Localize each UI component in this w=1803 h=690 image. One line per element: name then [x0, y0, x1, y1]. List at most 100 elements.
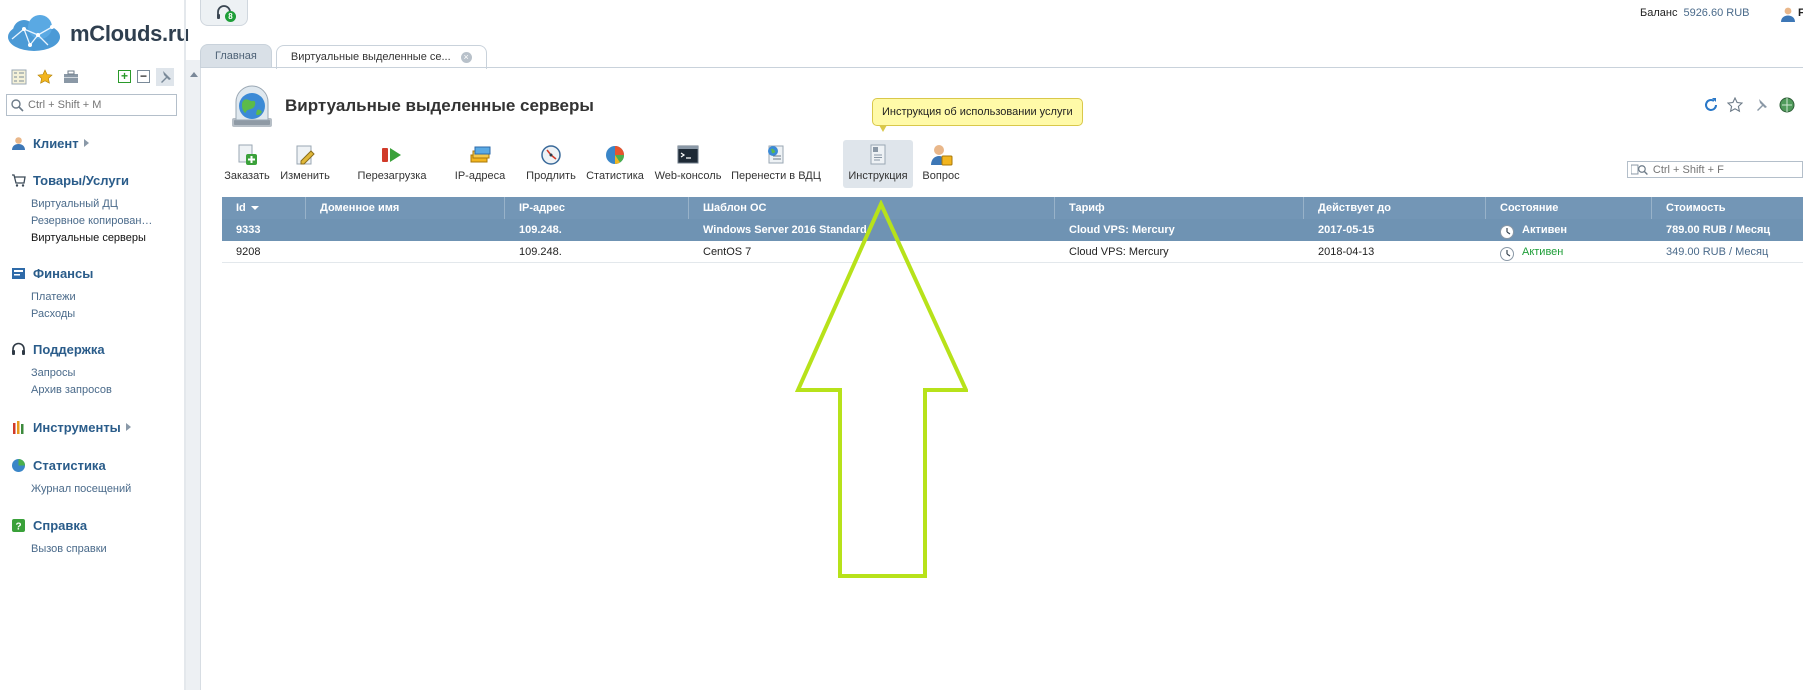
- web-console-button[interactable]: Web-консоль: [652, 140, 724, 188]
- help-globe-icon[interactable]: [1778, 96, 1796, 114]
- sidebar-item-backup[interactable]: Резервное копирован…: [10, 213, 152, 230]
- migrate-button[interactable]: Перенести в ВДЦ: [730, 140, 822, 188]
- cell-until: 2017-05-15: [1318, 224, 1375, 236]
- sidebar-search-input[interactable]: [28, 99, 168, 111]
- pin-icon[interactable]: [156, 68, 174, 86]
- tab-virtual-servers[interactable]: Виртуальные выделенные се... ×: [275, 45, 487, 69]
- finance-icon: [10, 265, 26, 281]
- briefcase-icon[interactable]: [62, 68, 80, 86]
- sidebar: mClouds.ru + − Клиент Товары/Услуги: [0, 0, 190, 690]
- renew-icon: [537, 142, 565, 168]
- reboot-button[interactable]: Перезагрузка: [352, 140, 432, 188]
- column-header-domain[interactable]: Доменное имя: [306, 197, 505, 219]
- cell-cost: 349.00 RUB / Месяц: [1666, 246, 1769, 258]
- sidebar-item-expenses[interactable]: Расходы: [10, 306, 93, 323]
- user-name[interactable]: F: [1798, 7, 1803, 19]
- nav-label: Поддержка: [33, 341, 105, 357]
- nav-group-tools: Инструменты: [10, 418, 131, 436]
- column-header-status[interactable]: Состояние: [1486, 197, 1652, 219]
- nav-group-support: Поддержка Запросы Архив запросов: [10, 340, 112, 399]
- toolbar-label: Изменить: [280, 170, 330, 182]
- sidebar-item-payments[interactable]: Платежи: [10, 289, 93, 306]
- user-icon[interactable]: [1780, 6, 1796, 22]
- star-icon[interactable]: [1726, 96, 1744, 114]
- question-button[interactable]: Вопрос: [918, 140, 964, 188]
- balance-value[interactable]: 5926.60 RUB: [1683, 7, 1749, 19]
- sidebar-item-virtual-servers[interactable]: Виртуальные серверы: [10, 230, 152, 247]
- tab-label: Главная: [215, 50, 257, 62]
- cell-status: Активен: [1486, 241, 1652, 263]
- nav-group-finance: Финансы Платежи Расходы: [10, 264, 93, 323]
- cell-id: 9333: [236, 224, 261, 236]
- question-icon: [927, 142, 955, 168]
- logo[interactable]: mClouds.ru: [4, 14, 190, 54]
- cell-id: 9208: [236, 246, 261, 258]
- sidebar-collapse-bar[interactable]: [186, 60, 201, 690]
- refresh-icon[interactable]: [1702, 96, 1720, 114]
- svg-text:?: ?: [15, 521, 21, 532]
- status-text: Активен: [1522, 246, 1564, 258]
- tree-view-icon[interactable]: [10, 68, 28, 86]
- table-row[interactable]: 9333 109.248. Windows Server 2016 Standa…: [222, 219, 1803, 241]
- status-active-icon: [1500, 225, 1514, 239]
- page-title: Виртуальные выделенные серверы: [285, 96, 594, 115]
- edit-button[interactable]: Изменить: [277, 140, 333, 188]
- nav-group-client: Клиент: [10, 134, 89, 152]
- cell-cost: 789.00 RUB / Месяц: [1666, 224, 1771, 236]
- support-notifications[interactable]: 8: [200, 0, 248, 26]
- instruction-button[interactable]: Инструкция: [843, 140, 913, 188]
- column-header-cost[interactable]: Стоимость: [1652, 197, 1803, 219]
- order-button[interactable]: Заказать: [222, 140, 272, 188]
- toolbar-label: Перенести в ВДЦ: [731, 170, 821, 182]
- servers-table: Id Доменное имя IP-адрес Шаблон ОС Тариф…: [222, 197, 1803, 263]
- table-row[interactable]: 9208 109.248. CentOS 7 Cloud VPS: Mercur…: [222, 241, 1803, 263]
- tab-home[interactable]: Главная: [200, 44, 272, 68]
- status-text: Активен: [1522, 224, 1567, 236]
- sidebar-item-call-help[interactable]: Вызов справки: [10, 541, 107, 558]
- reboot-icon: [378, 142, 406, 168]
- sidebar-item-virtual-dc[interactable]: Виртуальный ДЦ: [10, 196, 152, 213]
- collapse-all-button[interactable]: −: [137, 70, 150, 83]
- toolbar-label: Перезагрузка: [357, 170, 427, 182]
- sidebar-search: [6, 94, 177, 116]
- renew-button[interactable]: Продлить: [526, 140, 576, 188]
- nav-head-tools[interactable]: Инструменты: [10, 418, 131, 436]
- nav-head-support[interactable]: Поддержка: [10, 340, 112, 358]
- sidebar-item-visit-log[interactable]: Журнал посещений: [10, 481, 131, 498]
- support-badge: 8: [225, 11, 236, 22]
- nav-head-finance[interactable]: Финансы: [10, 264, 93, 282]
- statistics-button[interactable]: Статистика: [585, 140, 645, 188]
- cell-status: Активен: [1486, 219, 1652, 241]
- chevron-right-icon: [83, 139, 89, 147]
- pin-icon[interactable]: [1752, 96, 1770, 114]
- column-header-ip[interactable]: IP-адрес: [505, 197, 689, 219]
- nav-head-products[interactable]: Товары/Услуги: [10, 171, 152, 189]
- toolbar-label: Вопрос: [922, 170, 960, 182]
- nav-label: Клиент: [33, 135, 79, 151]
- ip-addresses-button[interactable]: IP-адреса: [450, 140, 510, 188]
- column-header-id[interactable]: Id: [222, 197, 306, 219]
- expand-all-button[interactable]: +: [118, 70, 131, 83]
- balance: Баланс 5926.60 RUB: [1640, 7, 1750, 19]
- grid-search-input[interactable]: [1652, 163, 1802, 176]
- balance-label: Баланс: [1640, 7, 1678, 19]
- sidebar-item-requests[interactable]: Запросы: [10, 365, 112, 382]
- cell-ip: 109.248.: [519, 246, 562, 258]
- sidebar-item-request-archive[interactable]: Архив запросов: [10, 382, 112, 399]
- favorites-star-icon[interactable]: [36, 68, 54, 86]
- nav-head-client[interactable]: Клиент: [10, 134, 89, 152]
- nav-head-help[interactable]: ? Справка: [10, 516, 107, 534]
- column-header-tariff[interactable]: Тариф: [1055, 197, 1304, 219]
- toolbar-label: Web-консоль: [654, 170, 722, 182]
- toolbar-label: Заказать: [224, 170, 270, 182]
- cart-icon: [10, 172, 26, 188]
- console-icon: [674, 142, 702, 168]
- nav-head-stats[interactable]: Статистика: [10, 456, 131, 474]
- column-header-until[interactable]: Действует до: [1304, 197, 1486, 219]
- instruction-icon: [864, 142, 892, 168]
- chevron-right-icon: [125, 423, 131, 431]
- close-icon[interactable]: ×: [460, 52, 472, 63]
- instruction-tooltip: Инструкция об использовании услуги: [872, 98, 1083, 132]
- nav-label: Товары/Услуги: [33, 172, 129, 188]
- nav-group-help: ? Справка Вызов справки: [10, 516, 107, 558]
